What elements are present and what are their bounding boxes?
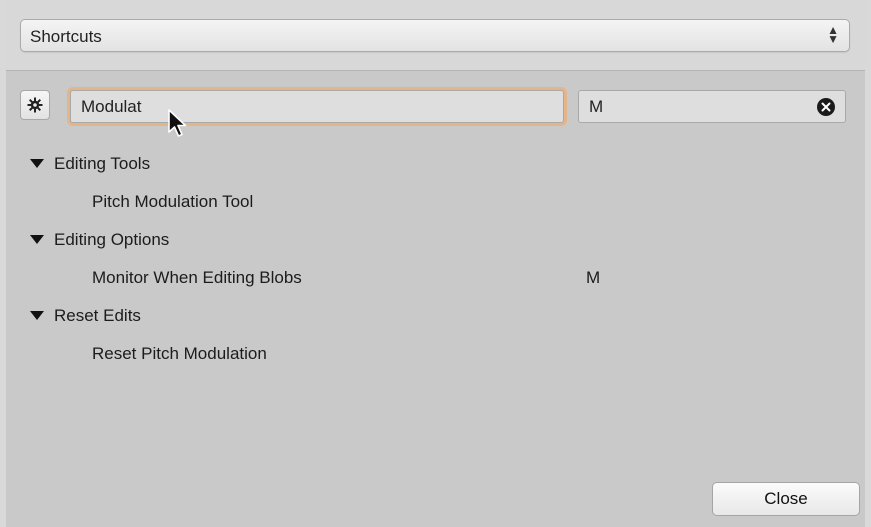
- item-label: Monitor When Editing Blobs: [92, 268, 302, 287]
- close-button[interactable]: Close: [712, 482, 860, 516]
- tree-item-monitor-when-editing-blobs[interactable]: Monitor When Editing Blobs M: [6, 259, 865, 297]
- settings-button[interactable]: [20, 90, 50, 120]
- tree-group-reset-edits[interactable]: Reset Edits: [6, 297, 865, 335]
- disclosure-triangle-icon[interactable]: [30, 159, 44, 168]
- clear-key-filter-button[interactable]: [817, 98, 835, 116]
- category-select-value: Shortcuts: [30, 27, 102, 46]
- top-bar: Shortcuts ▲ ▼: [6, 0, 865, 71]
- clear-circle-icon: [821, 102, 831, 112]
- tree-group-editing-options[interactable]: Editing Options: [6, 221, 865, 259]
- item-shortcut-key: M: [586, 268, 601, 287]
- up-down-arrows-icon: ▲ ▼: [827, 23, 839, 46]
- key-filter-input[interactable]: M: [578, 90, 846, 123]
- tree-group-editing-tools[interactable]: Editing Tools: [6, 145, 865, 183]
- item-label: Pitch Modulation Tool: [92, 192, 254, 211]
- tree-item-pitch-modulation-tool[interactable]: Pitch Modulation Tool: [6, 183, 865, 221]
- group-label: Editing Tools: [54, 154, 151, 173]
- shortcuts-dialog: Shortcuts ▲ ▼ Modulat M Editing Tools Pi…: [0, 0, 871, 527]
- group-label: Reset Edits: [54, 306, 141, 325]
- search-input[interactable]: Modulat: [70, 90, 564, 123]
- key-filter-value: M: [589, 97, 604, 116]
- item-label: Reset Pitch Modulation: [92, 344, 267, 363]
- tree-item-reset-pitch-modulation[interactable]: Reset Pitch Modulation: [6, 335, 865, 373]
- shortcut-tree: Editing Tools Pitch Modulation Tool Edit…: [6, 145, 865, 373]
- disclosure-triangle-icon[interactable]: [30, 235, 44, 244]
- disclosure-triangle-icon[interactable]: [30, 311, 44, 320]
- group-label: Editing Options: [54, 230, 170, 249]
- category-select[interactable]: Shortcuts ▲ ▼: [20, 19, 850, 52]
- gear-icon: [27, 97, 43, 113]
